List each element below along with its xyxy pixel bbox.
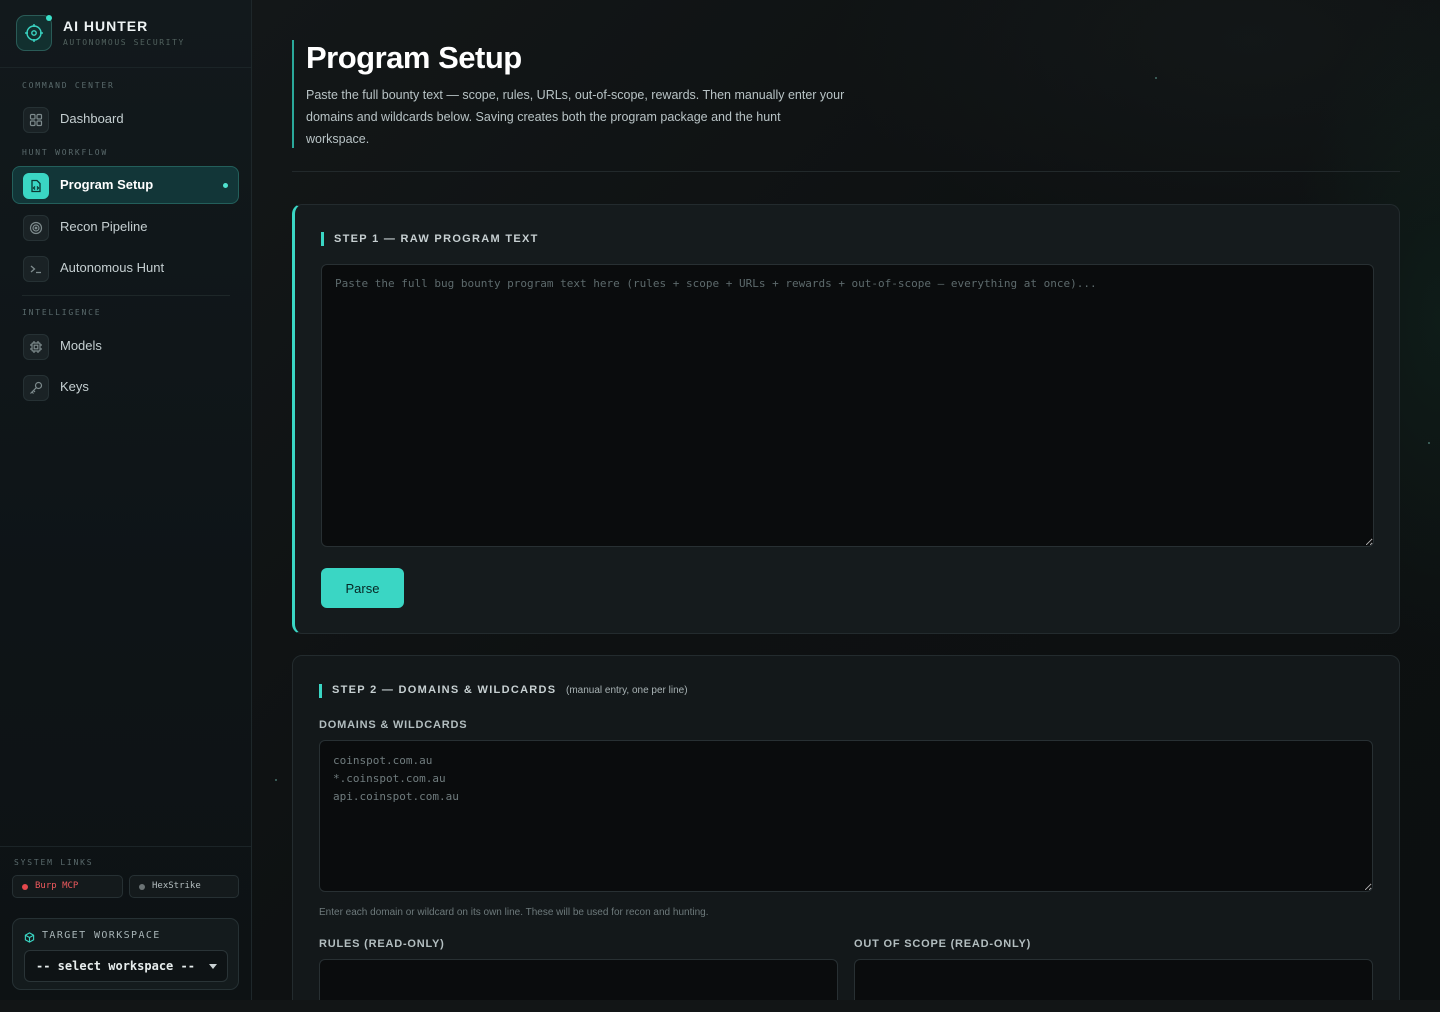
key-icon	[23, 375, 49, 401]
step-accent-bar	[319, 684, 322, 698]
step1-card: STEP 1 — RAW PROGRAM TEXT Parse	[292, 204, 1400, 634]
domains-field-label: DOMAINS & WILDCARDS	[319, 719, 468, 731]
background-speck	[275, 779, 277, 781]
section-label-intelligence: INTELLIGENCE	[22, 308, 102, 317]
hexstrike-link[interactable]: HexStrike	[129, 875, 239, 898]
page-title: Program Setup	[306, 40, 522, 75]
raw-program-text-input[interactable]	[321, 264, 1374, 547]
brand-title: AI HUNTER	[63, 18, 149, 34]
sidebar-item-label: Recon Pipeline	[60, 219, 148, 234]
sidebar-item-label: Dashboard	[60, 111, 124, 126]
target-workspace-panel: TARGET WORKSPACE -- select workspace --	[12, 918, 239, 990]
sidebar-item-keys[interactable]: Keys	[12, 368, 239, 406]
header-accent-bar	[292, 40, 294, 148]
cube-icon	[24, 930, 35, 948]
sidebar-item-autonomous-hunt[interactable]: Autonomous Hunt	[12, 249, 239, 287]
main-content: Program Setup Paste the full bounty text…	[252, 0, 1440, 1000]
sidebar-item-dashboard[interactable]: Dashboard	[12, 100, 239, 138]
rules-readonly-box[interactable]	[319, 959, 838, 1000]
file-code-icon	[23, 173, 49, 199]
page-description: Paste the full bounty text — scope, rule…	[306, 88, 845, 146]
radar-icon	[23, 215, 49, 241]
active-indicator-icon	[223, 183, 228, 188]
header-divider	[292, 171, 1400, 172]
sidebar-item-label: Keys	[60, 379, 89, 394]
workspace-select[interactable]: -- select workspace --	[24, 950, 228, 982]
system-links-label: SYSTEM LINKS	[14, 858, 94, 867]
hexstrike-label: HexStrike	[152, 881, 201, 891]
brand-header: AI HUNTER AUTONOMOUS SECURITY	[0, 0, 251, 68]
status-dot-icon	[46, 15, 52, 21]
terminal-icon	[23, 256, 49, 282]
step2-card: STEP 2 — DOMAINS & WILDCARDS (manual ent…	[292, 655, 1400, 1000]
status-dot-icon	[139, 884, 145, 890]
workspace-select-value: -- select workspace --	[36, 959, 195, 973]
out-of-scope-readonly-box[interactable]	[854, 959, 1373, 1000]
step2-title: STEP 2 — DOMAINS & WILDCARDS	[332, 684, 557, 696]
step-accent-bar	[321, 232, 324, 246]
rules-field-label: RULES (READ-ONLY)	[319, 938, 445, 950]
sidebar: AI HUNTER AUTONOMOUS SECURITY COMMAND CE…	[0, 0, 252, 1000]
chip-icon	[23, 334, 49, 360]
sidebar-item-models[interactable]: Models	[12, 327, 239, 365]
out-of-scope-field-label: OUT OF SCOPE (READ-ONLY)	[854, 938, 1032, 950]
grid-icon	[23, 107, 49, 133]
chevron-down-icon	[209, 964, 217, 969]
background-speck	[1428, 442, 1430, 444]
app-window: AI HUNTER AUTONOMOUS SECURITY COMMAND CE…	[0, 0, 1440, 1000]
sidebar-item-label: Program Setup	[60, 177, 154, 192]
status-dot-icon	[22, 884, 28, 890]
window-bottom-strip	[0, 1000, 1440, 1012]
sidebar-item-label: Autonomous Hunt	[60, 260, 165, 275]
section-label-hunt-workflow: HUNT WORKFLOW	[22, 148, 109, 157]
burp-mcp-link[interactable]: Burp MCP	[12, 875, 123, 898]
background-speck	[1155, 77, 1157, 79]
system-links: SYSTEM LINKS Burp MCP HexStrike	[0, 846, 251, 908]
step2-note: (manual entry, one per line)	[566, 685, 688, 696]
sidebar-item-program-setup[interactable]: Program Setup	[12, 166, 239, 204]
domains-hint: Enter each domain or wildcard on its own…	[319, 907, 709, 918]
brand-subtitle: AUTONOMOUS SECURITY	[63, 38, 185, 47]
parse-button[interactable]: Parse	[321, 568, 404, 608]
domains-wildcards-input[interactable]	[319, 740, 1373, 892]
step1-title: STEP 1 — RAW PROGRAM TEXT	[334, 233, 539, 245]
burp-mcp-label: Burp MCP	[35, 881, 79, 891]
target-workspace-label: TARGET WORKSPACE	[42, 930, 161, 941]
sidebar-item-label: Models	[60, 338, 102, 353]
nav-divider	[22, 295, 230, 296]
section-label-command-center: COMMAND CENTER	[22, 81, 115, 90]
sidebar-item-recon-pipeline[interactable]: Recon Pipeline	[12, 208, 239, 246]
